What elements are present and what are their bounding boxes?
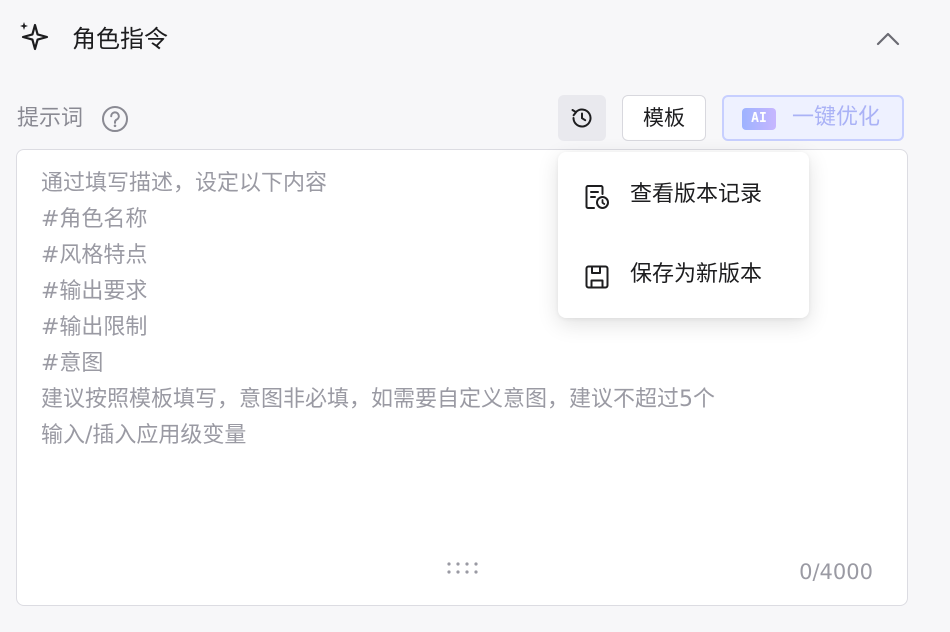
save-icon — [585, 265, 609, 289]
prompt-label: 提示词 — [17, 106, 84, 131]
question-circle-icon[interactable] — [101, 105, 129, 133]
document-history-icon — [585, 185, 609, 209]
history-icon — [571, 108, 592, 128]
template-button[interactable]: 模板 — [622, 95, 706, 141]
ai-optimize-label: 一键优化 — [792, 105, 881, 130]
history-button[interactable] — [558, 95, 606, 141]
menu-item-view-history[interactable]: 查看版本记录 — [558, 160, 809, 230]
placeholder-line: 建议按照模板填写，意图非必填，如需要自定义意图，建议不超过5个 — [41, 387, 715, 412]
ai-badge-icon: AI — [742, 108, 776, 130]
ai-optimize-button[interactable]: AI 一键优化 — [722, 95, 904, 141]
placeholder-line: 输入/插入应用级变量 — [41, 423, 247, 448]
resize-handle-icon[interactable] — [445, 560, 481, 576]
menu-item-label: 保存为新版本 — [630, 262, 763, 287]
character-counter: 0/4000 — [799, 560, 873, 584]
sparkle-icon — [20, 22, 49, 51]
chevron-up-icon[interactable] — [872, 24, 904, 54]
menu-item-label: 查看版本记录 — [630, 182, 763, 207]
placeholder-line: #意图 — [41, 351, 104, 376]
section-header: 角色指令 — [0, 0, 950, 80]
menu-item-save-version[interactable]: 保存为新版本 — [558, 240, 809, 310]
version-dropdown-menu: 查看版本记录 保存为新版本 — [558, 152, 809, 318]
section-title: 角色指令 — [72, 25, 168, 53]
